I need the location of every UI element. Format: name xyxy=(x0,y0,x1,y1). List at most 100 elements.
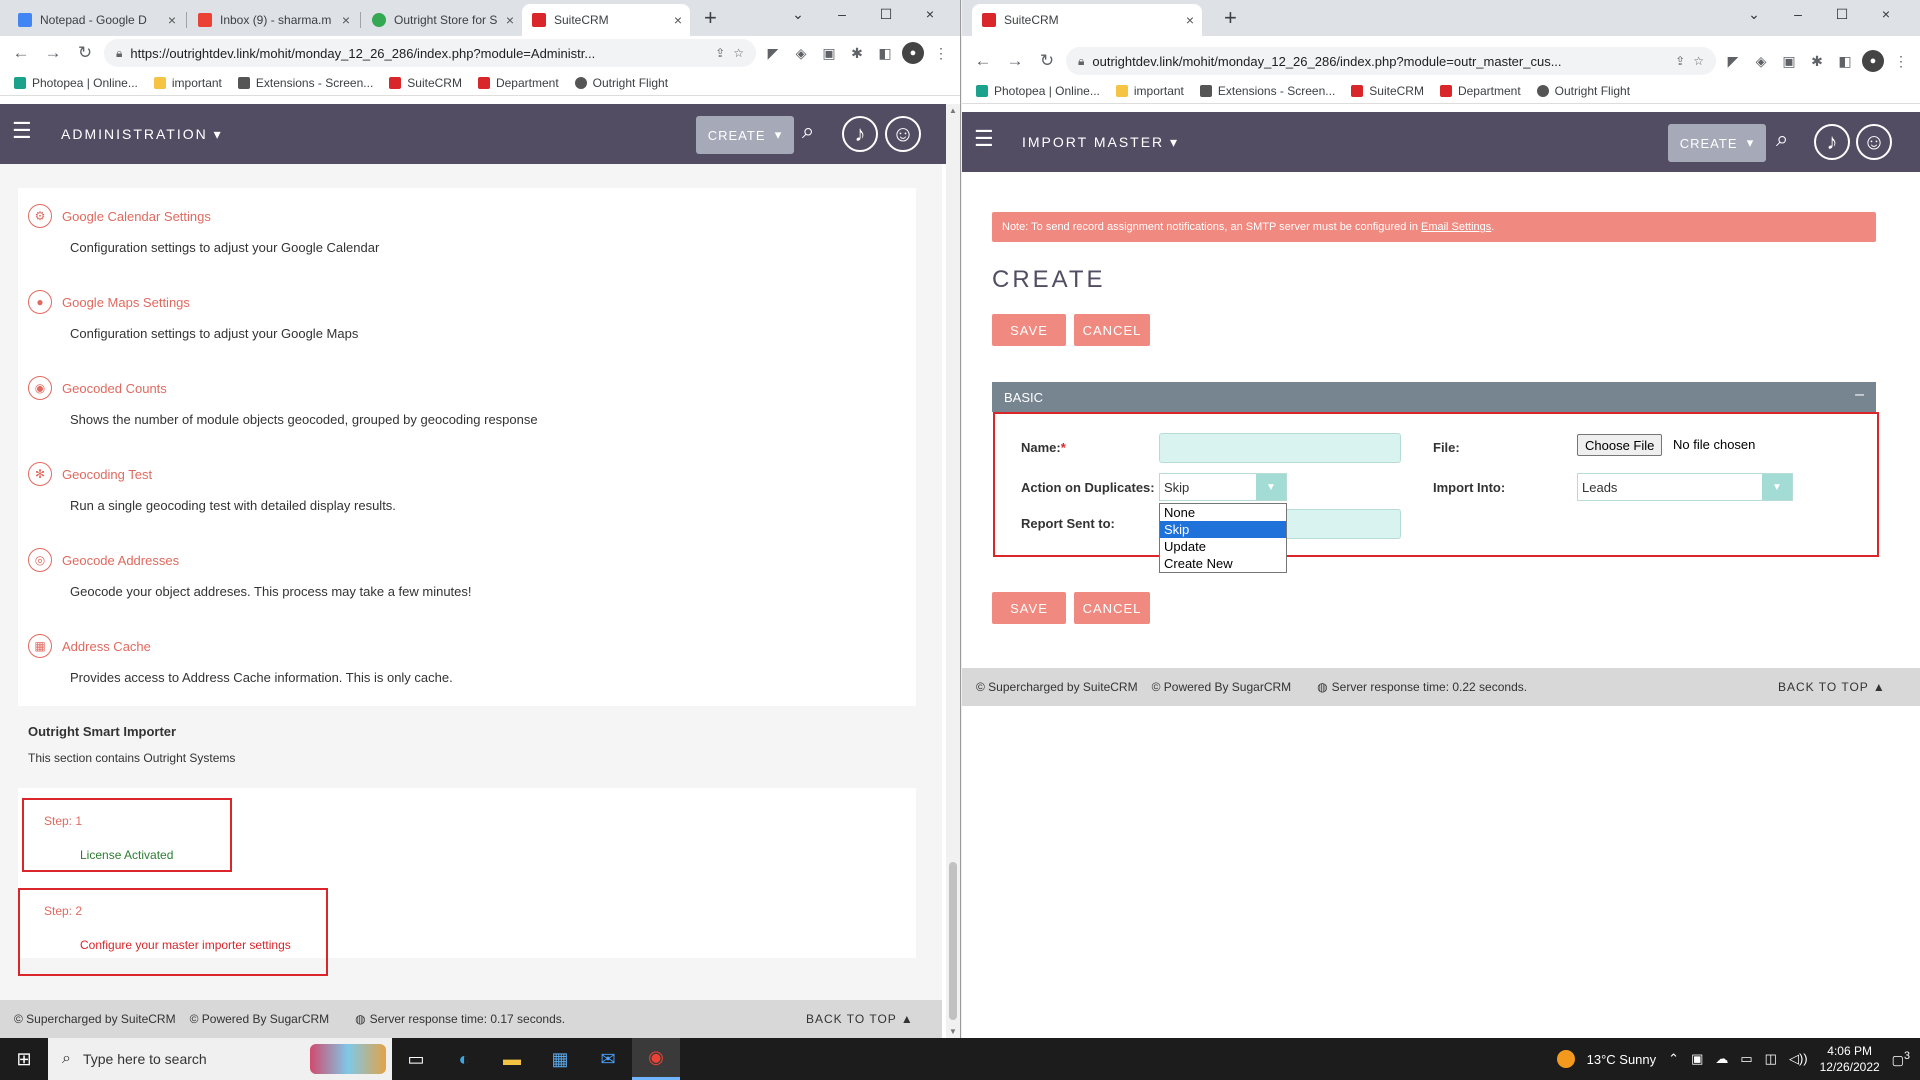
mail-icon[interactable]: ✉ xyxy=(584,1038,632,1080)
extension-icon[interactable]: ◈ xyxy=(790,42,812,64)
back-to-top-link[interactable]: BACK TO TOP ▲ xyxy=(806,1012,914,1026)
network-icon[interactable]: ◫ xyxy=(1765,1051,1777,1067)
clock[interactable]: 4:06 PM 12/26/2022 xyxy=(1820,1043,1880,1075)
notification-center-icon[interactable]: ▢3 xyxy=(1892,1050,1910,1068)
chrome-icon[interactable]: ◉ xyxy=(632,1038,680,1080)
option-skip[interactable]: Skip xyxy=(1160,521,1286,538)
bookmark-outright-flight[interactable]: Outright Flight xyxy=(1536,84,1630,98)
search-icon[interactable]: ⌕ xyxy=(1776,126,1788,152)
tab-outright-store[interactable]: Outright Store for S × xyxy=(362,4,522,36)
task-view-icon[interactable]: ▭ xyxy=(392,1038,440,1080)
bookmark-important[interactable]: important xyxy=(153,76,222,90)
onedrive-icon[interactable]: ☁ xyxy=(1715,1051,1728,1067)
notification-bell-icon[interactable]: ♪ xyxy=(842,116,878,152)
tab-suitecrm[interactable]: SuiteCRM × xyxy=(522,4,690,36)
file-explorer-icon[interactable]: ▬ xyxy=(488,1038,536,1080)
forward-icon[interactable]: → xyxy=(40,43,66,63)
address-bar[interactable]: 🔒︎ outrightdev.link/mohit/monday_12_26_2… xyxy=(1066,47,1716,75)
new-tab-button[interactable]: + xyxy=(1224,6,1237,30)
action-on-duplicates-select[interactable]: Skip ▼ xyxy=(1159,473,1287,501)
tab-suitecrm[interactable]: SuiteCRM × xyxy=(972,4,1202,36)
email-settings-link[interactable]: Email Settings xyxy=(1421,221,1491,233)
bookmark-extensions[interactable]: Extensions - Screen... xyxy=(1199,84,1335,98)
battery-icon[interactable]: ▭ xyxy=(1740,1051,1752,1067)
scroll-up-arrow[interactable]: ▲ xyxy=(946,106,960,115)
cancel-button-bottom[interactable]: CANCEL xyxy=(1074,592,1150,624)
user-profile-icon[interactable]: ☺ xyxy=(1856,124,1892,160)
volume-icon[interactable]: ◁)) xyxy=(1789,1051,1808,1067)
extension-icon[interactable]: ◈ xyxy=(1750,50,1772,72)
forward-icon[interactable]: → xyxy=(1002,51,1028,71)
back-icon[interactable]: ← xyxy=(970,51,996,71)
bookmark-department[interactable]: Department xyxy=(477,76,559,90)
step-2-box[interactable]: Step: 2 Configure your master importer s… xyxy=(18,888,328,976)
close-icon[interactable]: × xyxy=(674,12,682,28)
basic-panel-header[interactable]: BASIC – xyxy=(992,382,1876,412)
star-icon[interactable]: ☆ xyxy=(733,46,744,60)
reload-icon[interactable]: ↻ xyxy=(1034,51,1060,71)
puzzle-icon[interactable]: ✱ xyxy=(846,42,868,64)
step-1-box[interactable]: Step: 1 License Activated xyxy=(22,798,232,872)
address-bar[interactable]: 🔒︎ https://outrightdev.link/mohit/monday… xyxy=(104,39,756,67)
close-icon[interactable]: × xyxy=(168,12,176,28)
bookmark-suitecrm[interactable]: SuiteCRM xyxy=(1351,84,1424,98)
maximize-button[interactable]: ☐ xyxy=(864,0,908,30)
module-menu[interactable]: IMPORT MASTER ▾ xyxy=(1022,134,1179,151)
share-icon[interactable]: ⇪ xyxy=(1675,54,1685,68)
reload-icon[interactable]: ↻ xyxy=(72,43,98,63)
bookmark-important[interactable]: important xyxy=(1115,84,1184,98)
profile-avatar[interactable]: ● xyxy=(902,42,924,64)
bookmark-department[interactable]: Department xyxy=(1439,84,1521,98)
maximize-button[interactable]: ☐ xyxy=(1820,0,1864,30)
bookmark-photopea[interactable]: Photopea | Online... xyxy=(976,84,1100,98)
chevron-down-icon[interactable]: ⌄ xyxy=(1732,0,1776,30)
weather-text[interactable]: 13°C Sunny xyxy=(1587,1052,1657,1067)
tab-notepad[interactable]: Notepad - Google D × xyxy=(8,4,184,36)
back-icon[interactable]: ← xyxy=(8,43,34,63)
name-input[interactable] xyxy=(1159,433,1401,463)
cancel-button-top[interactable]: CANCEL xyxy=(1074,314,1150,346)
kebab-menu-icon[interactable]: ⋮ xyxy=(930,42,952,64)
notification-bell-icon[interactable]: ♪ xyxy=(1814,124,1850,160)
option-update[interactable]: Update xyxy=(1160,538,1286,555)
create-button[interactable]: CREATE ▾ xyxy=(1668,124,1766,162)
import-into-select[interactable]: Leads ▼ xyxy=(1577,473,1793,501)
kebab-menu-icon[interactable]: ⋮ xyxy=(1890,50,1912,72)
choose-file-button[interactable]: Choose File xyxy=(1577,434,1663,456)
chevron-down-icon[interactable]: ⌄ xyxy=(776,0,820,30)
sidepanel-icon[interactable]: ◧ xyxy=(1834,50,1856,72)
module-menu[interactable]: ADMINISTRATION ▾ xyxy=(61,126,223,143)
bookmark-extensions[interactable]: Extensions - Screen... xyxy=(237,76,373,90)
extension-icon[interactable]: ▣ xyxy=(1778,50,1800,72)
star-icon[interactable]: ☆ xyxy=(1693,54,1704,68)
bookmark-outright-flight[interactable]: Outright Flight xyxy=(574,76,668,90)
edge-icon[interactable]: ◐ xyxy=(440,1038,488,1080)
sidepanel-icon[interactable]: ◧ xyxy=(874,42,896,64)
minimize-button[interactable]: – xyxy=(820,0,864,30)
extension-icon[interactable]: ◤ xyxy=(1722,50,1744,72)
close-icon[interactable]: × xyxy=(506,12,514,28)
windows-start-icon[interactable]: ⊞ xyxy=(0,1038,48,1080)
scrollbar-thumb[interactable] xyxy=(949,862,957,1020)
back-to-top-link[interactable]: BACK TO TOP ▲ xyxy=(1778,680,1886,694)
user-profile-icon[interactable]: ☺ xyxy=(885,116,921,152)
create-button[interactable]: CREATE ▾ xyxy=(696,116,794,154)
option-none[interactable]: None xyxy=(1160,504,1286,521)
puzzle-icon[interactable]: ✱ xyxy=(1806,50,1828,72)
close-icon[interactable]: × xyxy=(342,12,350,28)
bookmark-photopea[interactable]: Photopea | Online... xyxy=(14,76,138,90)
taskbar-search[interactable]: ⌕ Type here to search xyxy=(48,1038,392,1080)
profile-avatar[interactable]: ● xyxy=(1862,50,1884,72)
save-button-bottom[interactable]: SAVE xyxy=(992,592,1066,624)
bookmark-suitecrm[interactable]: SuiteCRM xyxy=(389,76,462,90)
new-tab-button[interactable]: + xyxy=(704,6,717,30)
collapse-icon[interactable]: – xyxy=(1855,386,1864,404)
meet-now-icon[interactable]: ▣ xyxy=(1691,1051,1703,1067)
minimize-button[interactable]: – xyxy=(1776,0,1820,30)
microsoft-store-icon[interactable]: ▦ xyxy=(536,1038,584,1080)
save-button-top[interactable]: SAVE xyxy=(992,314,1066,346)
share-icon[interactable]: ⇪ xyxy=(715,46,725,60)
extension-icon[interactable]: ▣ xyxy=(818,42,840,64)
extension-icon[interactable]: ◤ xyxy=(762,42,784,64)
chevron-up-icon[interactable]: ⌃ xyxy=(1668,1051,1679,1067)
